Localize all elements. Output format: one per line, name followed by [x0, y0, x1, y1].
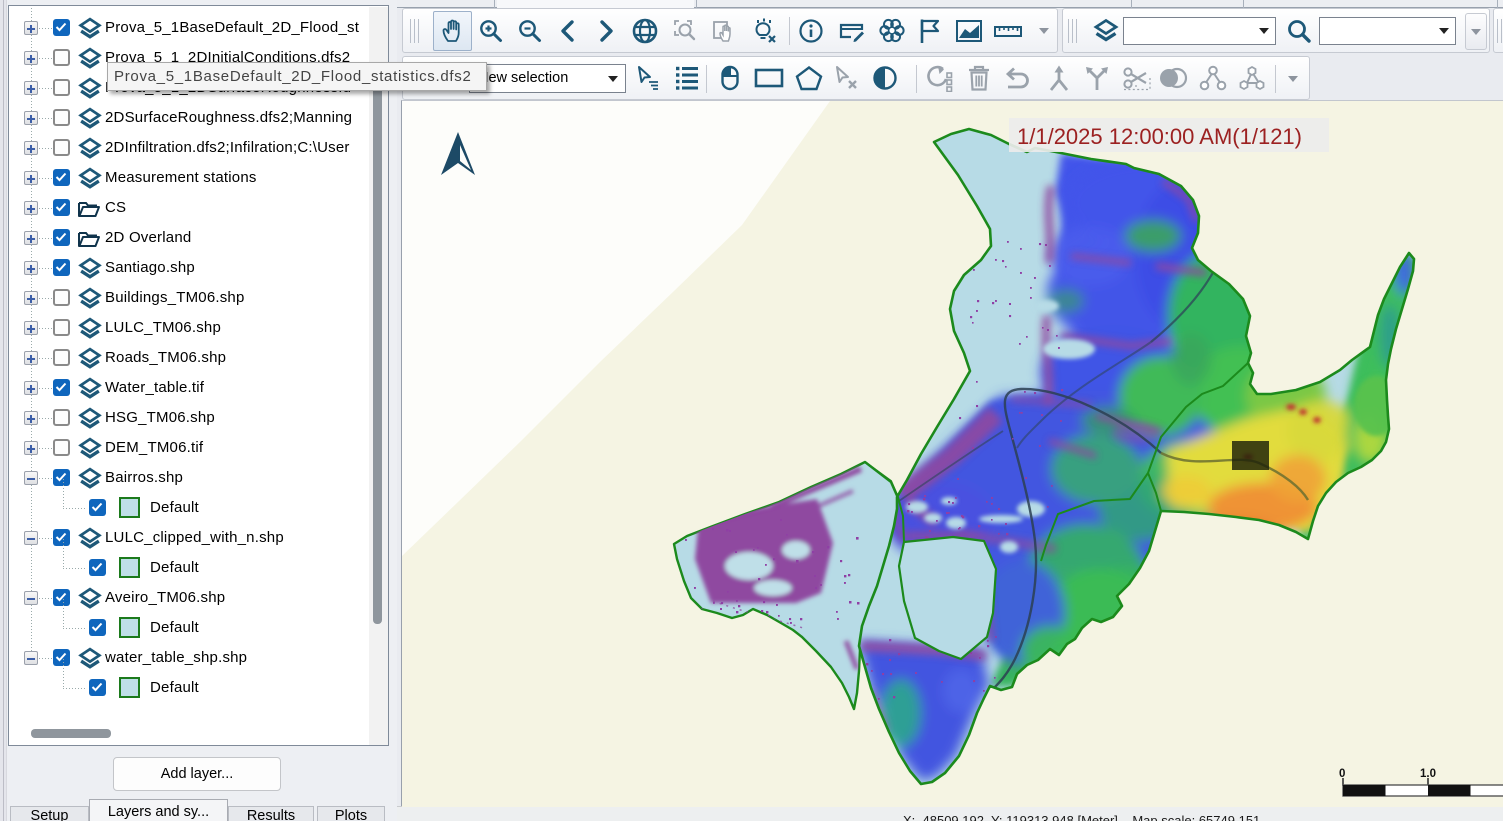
svg-text:1.0: 1.0 [1420, 768, 1436, 780]
svg-text:1/1/2025 12:00:00 AM(1/121): 1/1/2025 12:00:00 AM(1/121) [1017, 124, 1302, 149]
svg-text:0: 0 [1339, 768, 1345, 780]
